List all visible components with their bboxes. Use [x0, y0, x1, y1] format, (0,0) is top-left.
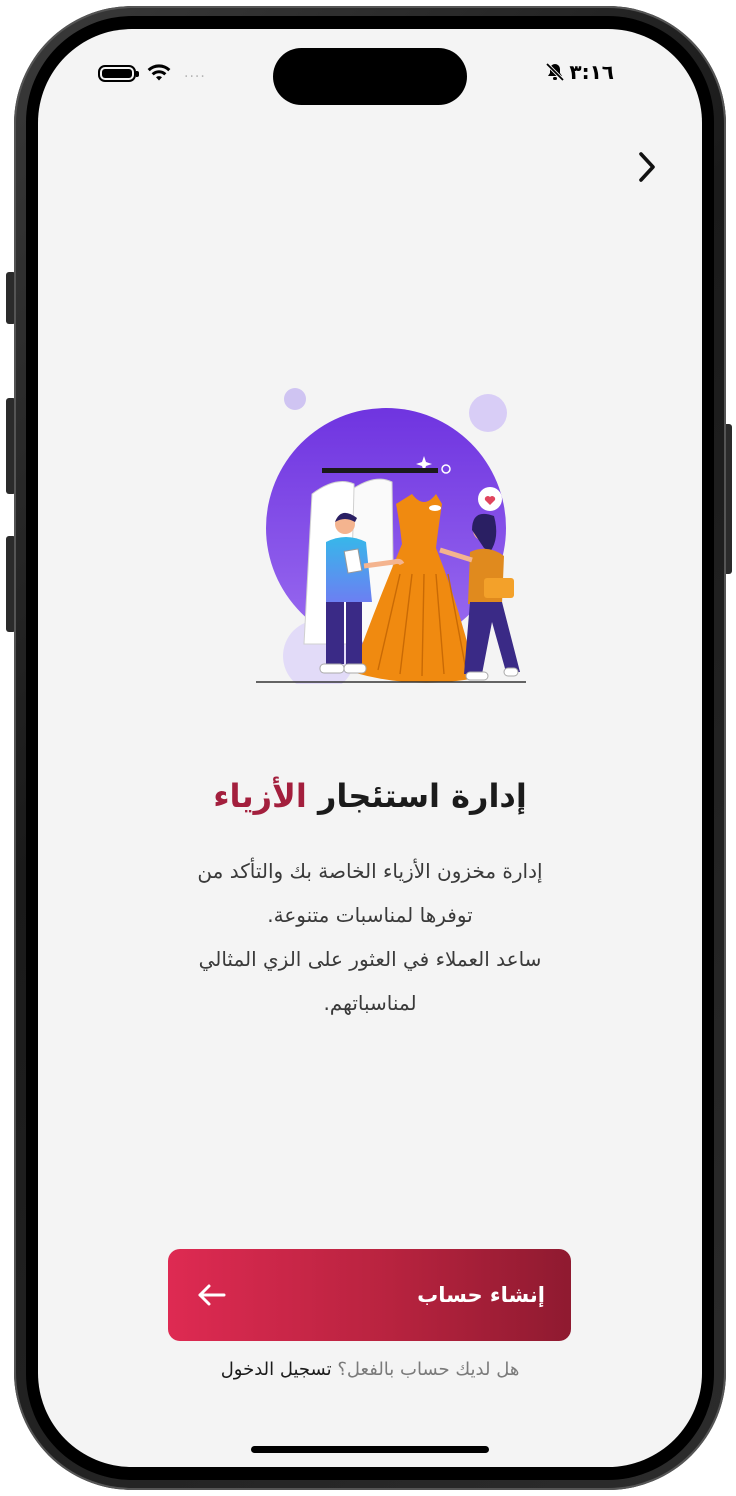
clothing-rack — [322, 468, 438, 473]
description-line: ساعد العملاء في العثور على الزي المثالي — [198, 947, 542, 971]
bubble-small — [284, 388, 306, 410]
description-line: توفرها لمناسبات متنوعة. — [267, 903, 473, 927]
wifi-icon — [147, 64, 171, 81]
status-bar-left: .... — [98, 63, 206, 83]
onboarding-title: إدارة استئجار الأزياء — [38, 777, 702, 815]
back-button[interactable] — [632, 149, 662, 185]
login-prompt: هل لديك حساب بالفعل؟ تسجيل الدخول — [38, 1359, 702, 1380]
chevron-right-icon — [639, 152, 655, 182]
woman-shoe-right — [503, 667, 519, 677]
bell-slash-icon — [546, 62, 565, 82]
man-pants-right — [346, 602, 362, 664]
description-line: إدارة مخزون الأزياء الخاصة بك والتأكد من — [197, 859, 543, 883]
arrow-left-icon — [198, 1284, 226, 1306]
dress-keyhole — [429, 505, 441, 511]
man-pants-left — [326, 602, 344, 664]
title-main: إدارة استئجار — [317, 777, 527, 815]
man-shoe-left — [319, 663, 345, 674]
login-link[interactable]: تسجيل الدخول — [221, 1359, 332, 1380]
man-shoe-right — [343, 663, 367, 674]
login-question: هل لديك حساب بالفعل؟ — [337, 1359, 520, 1380]
app-screen: .... ٣:١٦ إدارة استئجار الأزياء إدارة مخ… — [38, 29, 702, 1467]
create-account-label: إنشاء حساب — [417, 1283, 545, 1307]
signal-dots: .... — [184, 65, 206, 81]
woman-pants — [464, 602, 520, 674]
home-indicator[interactable] — [251, 1446, 489, 1453]
battery-icon — [98, 64, 139, 82]
status-time: ٣:١٦ — [569, 60, 614, 84]
create-account-button[interactable]: إنشاء حساب — [168, 1249, 571, 1341]
title-accent: الأزياء — [213, 777, 307, 815]
onboarding-description: إدارة مخزون الأزياء الخاصة بك والتأكد من… — [128, 849, 612, 1025]
dynamic-island — [273, 48, 467, 105]
fashion-rental-illustration — [256, 388, 526, 684]
status-bar-right: ٣:١٦ — [545, 60, 614, 84]
bubble-large — [469, 394, 507, 432]
woman-bag — [484, 578, 514, 598]
woman-shoe-left — [465, 671, 489, 681]
description-line: لمناسباتهم. — [323, 991, 417, 1015]
